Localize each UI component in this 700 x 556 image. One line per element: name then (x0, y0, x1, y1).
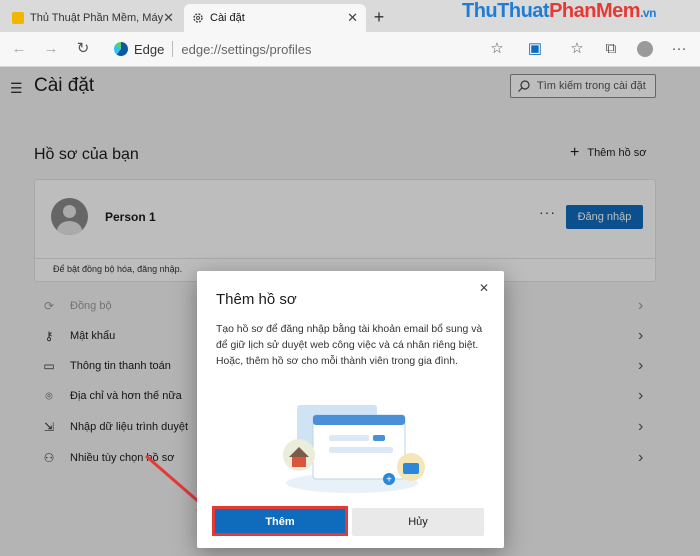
svg-text:+: + (386, 475, 392, 486)
favorite-star-icon[interactable]: ☆ (486, 38, 508, 60)
address-divider (172, 41, 174, 57)
add-button-highlight (212, 506, 348, 536)
new-tab-button[interactable]: + (368, 6, 390, 28)
dialog-title: Thêm hồ sơ (216, 291, 297, 308)
edge-logo-icon (114, 42, 128, 56)
forward-arrow-icon[interactable]: → (40, 38, 62, 60)
refresh-icon[interactable]: ↻ (72, 38, 94, 60)
dialog-description: Tạo hồ sơ để đăng nhập bằng tài khoản em… (216, 324, 483, 367)
address-site-label: Edge (134, 41, 165, 57)
tab-title: Cài đặt (210, 12, 245, 24)
more-menu-icon[interactable]: ··· (668, 38, 690, 60)
watermark-logo: ThuThuatPhanMem.vn (462, 0, 656, 23)
close-tab-icon[interactable]: ✕ (347, 10, 358, 26)
watermark-part: .vn (640, 6, 656, 20)
gear-icon (193, 13, 203, 23)
tab-settings[interactable]: Cài đặt ✕ (184, 4, 366, 32)
collections-icon[interactable]: ⧉ (600, 38, 622, 60)
address-url: edge://settings/profiles (181, 41, 312, 57)
watermark-part: PhanMem (549, 0, 641, 22)
back-arrow-icon[interactable]: ← (8, 38, 30, 60)
watermark-part: ThuThuat (462, 0, 550, 22)
close-tab-icon[interactable]: ✕ (163, 10, 174, 26)
browser-toolbar: ← → ↻ Edge edge://settings/profiles ☆ ▣ … (0, 32, 700, 67)
favorites-icon[interactable]: ☆ (566, 38, 588, 60)
tab-thuthuat[interactable]: Thủ Thuật Phần Mềm, Máy Tính, ✕ (4, 4, 182, 32)
site-favicon-icon (12, 12, 24, 24)
tab-title: Thủ Thuật Phần Mềm, Máy Tính, (30, 12, 164, 24)
cancel-button[interactable]: Hủy (352, 508, 484, 536)
close-icon[interactable]: ✕ (479, 281, 489, 295)
collections-toolbar-icon[interactable]: ▣ (524, 38, 546, 60)
profile-illustration-icon: + (283, 405, 425, 493)
address-bar[interactable]: Edge edge://settings/profiles (106, 36, 516, 62)
profile-avatar-icon[interactable] (634, 38, 656, 60)
